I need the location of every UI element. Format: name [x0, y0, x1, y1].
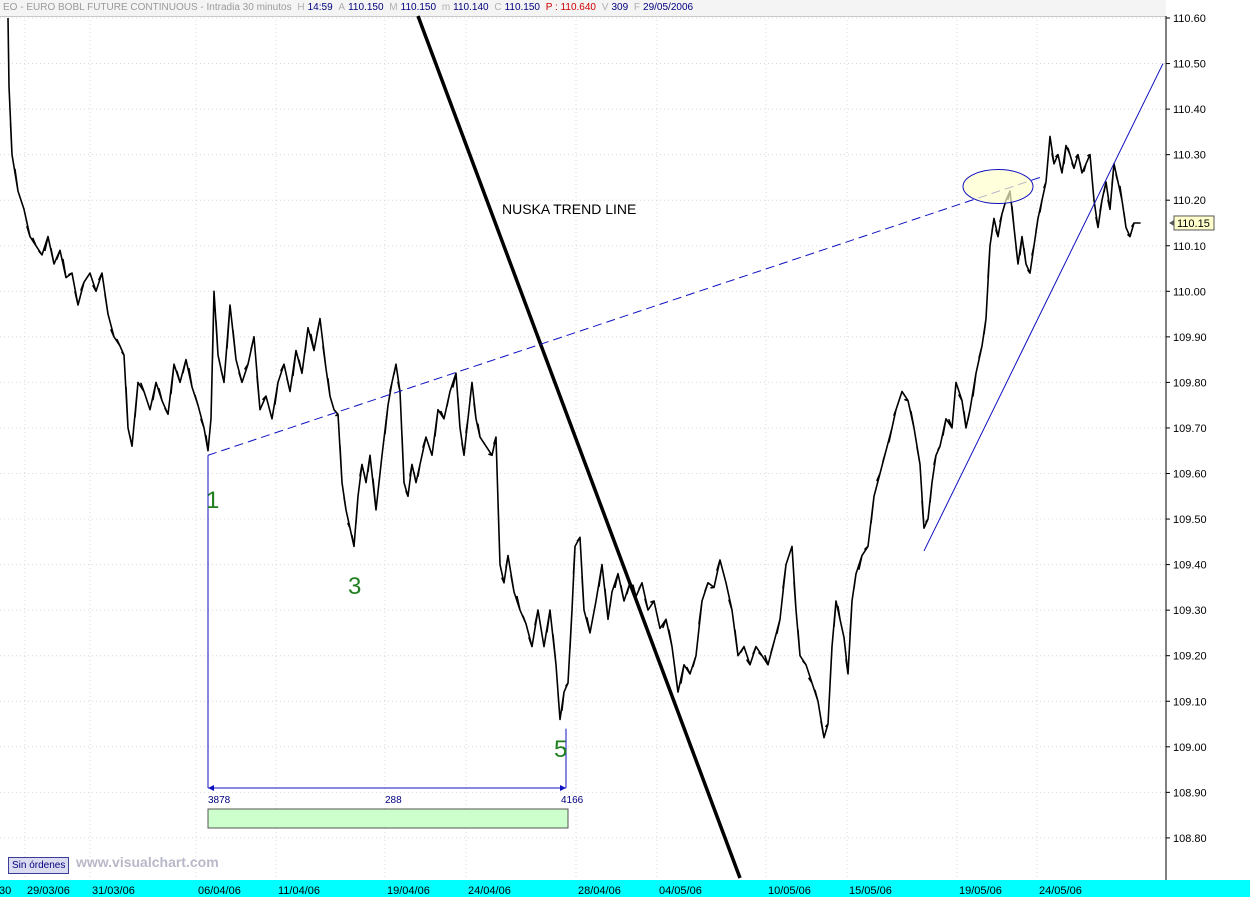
axes	[0, 16, 1250, 897]
wave-label-5: 5	[554, 736, 567, 763]
x-tick-label: 06/04/06	[198, 885, 241, 897]
x-tick-label: 30	[0, 885, 11, 897]
x-tick-label: 19/04/06	[387, 885, 430, 897]
current-price-arrow	[1169, 219, 1174, 226]
wave-label-3: 3	[348, 573, 361, 600]
price-chart[interactable]: 110.60 110.50 110.40 110.30 110.20 110.10 110.…	[0, 0, 1250, 897]
x-tick-label: 24/05/06	[1039, 885, 1082, 897]
price-series	[7, 17, 1141, 739]
y-tick-label: 108.90	[1173, 787, 1207, 799]
y-tick-label: 109.50	[1173, 514, 1207, 526]
y-tick-label: 109.40	[1173, 560, 1207, 572]
x-tick-label: 31/03/06	[92, 885, 135, 897]
watermark-text: www.visualchart.com	[76, 854, 219, 870]
support-trend-line	[923, 63, 1164, 552]
x-tick-label: 29/03/06	[27, 885, 70, 897]
x-tick-label: 28/04/06	[578, 885, 621, 897]
x-tick-label: 11/04/06	[278, 885, 320, 897]
y-tick-label: 109.00	[1173, 742, 1207, 754]
dashed-channel-line	[207, 176, 1041, 456]
y-tick-label: 110.20	[1173, 195, 1206, 207]
y-tick-label: 109.30	[1173, 605, 1207, 617]
current-price-marker: 110.15	[1169, 215, 1215, 231]
y-tick-label: 110.40	[1173, 104, 1206, 116]
y-tick-label: 110.10	[1173, 241, 1206, 253]
measure-left-value: 3878	[208, 795, 231, 806]
highlight-ellipse	[962, 169, 1034, 205]
current-price-label: 110.15	[1177, 218, 1210, 230]
drawing-tools	[207, 15, 1164, 879]
x-tick-label: 15/05/06	[849, 885, 892, 897]
y-tick-label: 109.80	[1173, 377, 1207, 389]
y-tick-label: 108.80	[1173, 833, 1207, 845]
y-tick-label: 110.30	[1173, 150, 1206, 162]
y-tick-label: 109.10	[1173, 696, 1207, 708]
price-line	[7, 17, 1141, 739]
y-tick-label: 110.50	[1173, 59, 1206, 71]
y-axis-labels: 110.60 110.50 110.40 110.30 110.20 110.10 110.…	[1169, 13, 1215, 845]
y-tick-label: 109.70	[1173, 423, 1207, 435]
y-tick-label: 109.90	[1173, 332, 1207, 344]
y-tick-label: 110.60	[1173, 13, 1206, 25]
x-tick-label: 10/05/06	[768, 885, 811, 897]
x-tick-label: 19/05/06	[959, 885, 1002, 897]
measure-right-value: 4166	[561, 795, 584, 806]
orders-button[interactable]: Sin órdenes	[8, 857, 70, 874]
measure-mid-value: 288	[385, 795, 402, 806]
measure-box	[207, 808, 569, 829]
wave-label-1: 1	[206, 487, 219, 514]
x-tick-label: 04/05/06	[659, 885, 702, 897]
y-tick-label: 109.20	[1173, 651, 1207, 663]
y-tick-label: 109.60	[1173, 469, 1207, 481]
grid-lines	[0, 16, 1166, 880]
chart-window: EO - EURO BOBL FUTURE CONTINUOUS - Intra…	[0, 0, 1250, 897]
x-tick-label: 24/04/06	[468, 885, 511, 897]
y-tick-label: 110.00	[1173, 286, 1206, 298]
trend-label: NUSKA TREND LINE	[502, 201, 636, 217]
annotations: NUSKA TREND LINE 1 3 5 3878 288 4166	[206, 201, 636, 806]
